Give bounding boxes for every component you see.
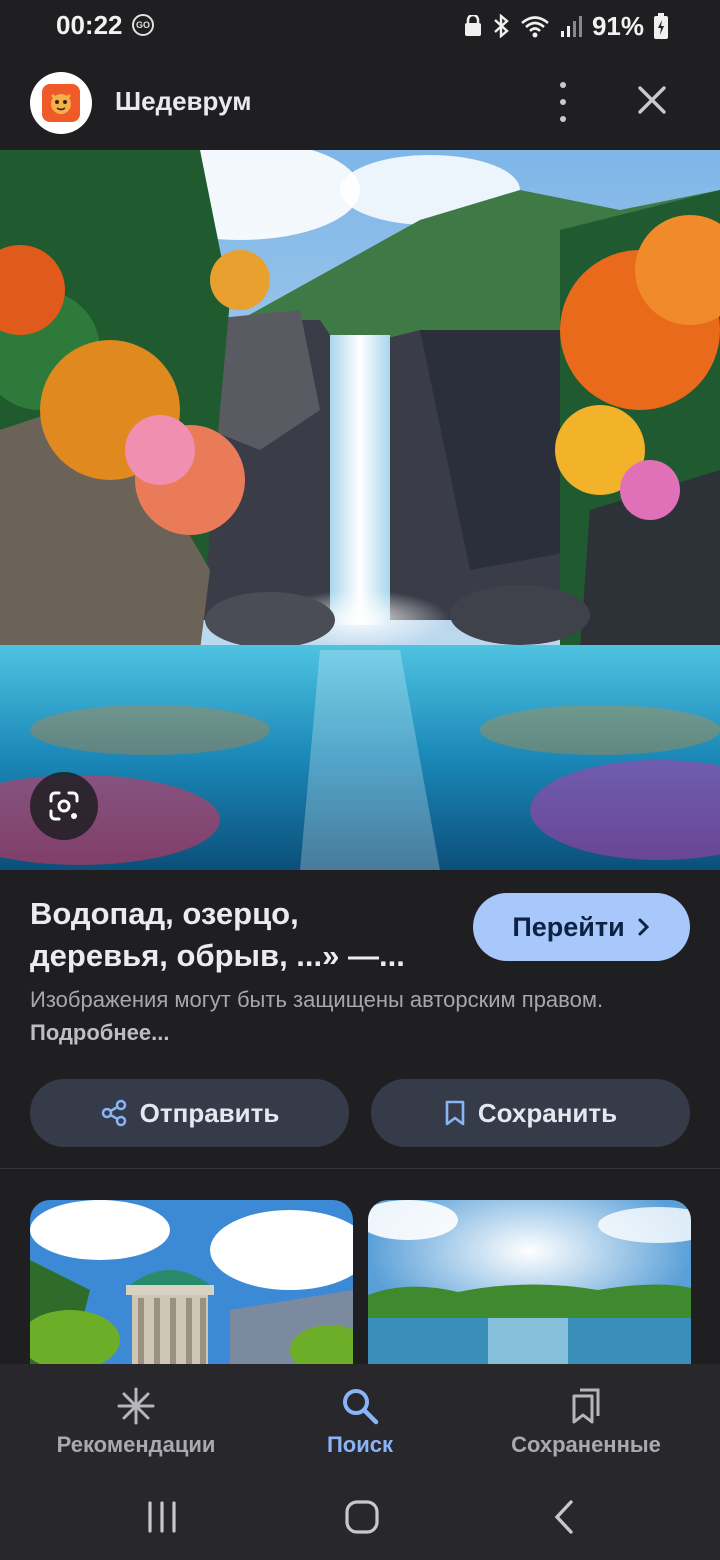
nav-saved-label: Сохраненные [511, 1432, 661, 1457]
result-title: Водопад, озерцо, деревья, обрыв, ...» —.… [30, 893, 450, 977]
system-navigation-bar [0, 1474, 720, 1560]
share-icon [101, 1099, 126, 1127]
save-button[interactable]: Сохранить [371, 1079, 690, 1147]
chevron-right-icon [638, 918, 649, 936]
lens-icon [49, 791, 79, 821]
bluetooth-icon [494, 14, 509, 38]
copyright-notice: Изображения могут быть защищены авторски… [30, 983, 670, 1049]
related-image-1[interactable] [30, 1200, 353, 1370]
search-icon [343, 1389, 379, 1425]
signal-icon [560, 16, 582, 37]
lake-image [368, 1200, 691, 1370]
save-label: Сохранить [477, 1097, 618, 1128]
status-bar: 00:22 GO 91% [0, 0, 720, 52]
google-lens-button[interactable] [30, 772, 98, 840]
waterfall-image [0, 150, 720, 870]
go-button[interactable]: Перейти [473, 893, 690, 961]
nav-search-label: Поиск [326, 1432, 394, 1457]
result-title-line1: Водопад, озерцо, [30, 896, 299, 931]
nav-recommendations[interactable]: Рекомендации [36, 1364, 236, 1474]
battery-percent: 91% [591, 10, 644, 41]
recent-apps-icon[interactable] [145, 1500, 179, 1534]
related-image-2[interactable] [368, 1200, 691, 1370]
bookmark-icon [445, 1100, 465, 1126]
nav-search[interactable]: Поиск [300, 1364, 420, 1474]
go-button-label: Перейти [512, 911, 625, 942]
bottom-navigation: Рекомендации Поиск Сохраненные [0, 1364, 720, 1474]
share-button[interactable]: Отправить [30, 1079, 349, 1147]
app-logo[interactable] [30, 72, 92, 134]
close-icon[interactable] [634, 82, 670, 118]
go-badge-icon: GO [132, 14, 154, 36]
copyright-text: Изображения могут быть защищены авторски… [30, 987, 604, 1012]
bookmarks-icon [572, 1388, 600, 1424]
asterisk-icon [117, 1387, 155, 1425]
lock-icon [464, 15, 481, 36]
divider [0, 1168, 720, 1169]
wifi-icon [521, 16, 549, 38]
result-title-line2: деревья, обрыв, ...» —... [30, 938, 405, 973]
learn-more-link[interactable]: Подробнее... [30, 1020, 170, 1045]
back-icon[interactable] [552, 1499, 576, 1535]
more-vert-icon[interactable] [548, 82, 578, 122]
rotunda-image [30, 1200, 353, 1370]
shedevrum-logo-icon [42, 84, 80, 122]
status-time: 00:22 [56, 10, 123, 40]
status-icons: 91% [464, 10, 668, 42]
battery-icon [654, 13, 668, 39]
share-label: Отправить [139, 1097, 280, 1128]
nav-saved[interactable]: Сохраненные [486, 1364, 686, 1474]
nav-recommendations-label: Рекомендации [56, 1432, 216, 1457]
app-header: Шедеврум [0, 52, 720, 150]
home-icon[interactable] [344, 1499, 380, 1535]
main-image[interactable] [0, 150, 720, 870]
page-title: Шедеврум [115, 86, 252, 116]
